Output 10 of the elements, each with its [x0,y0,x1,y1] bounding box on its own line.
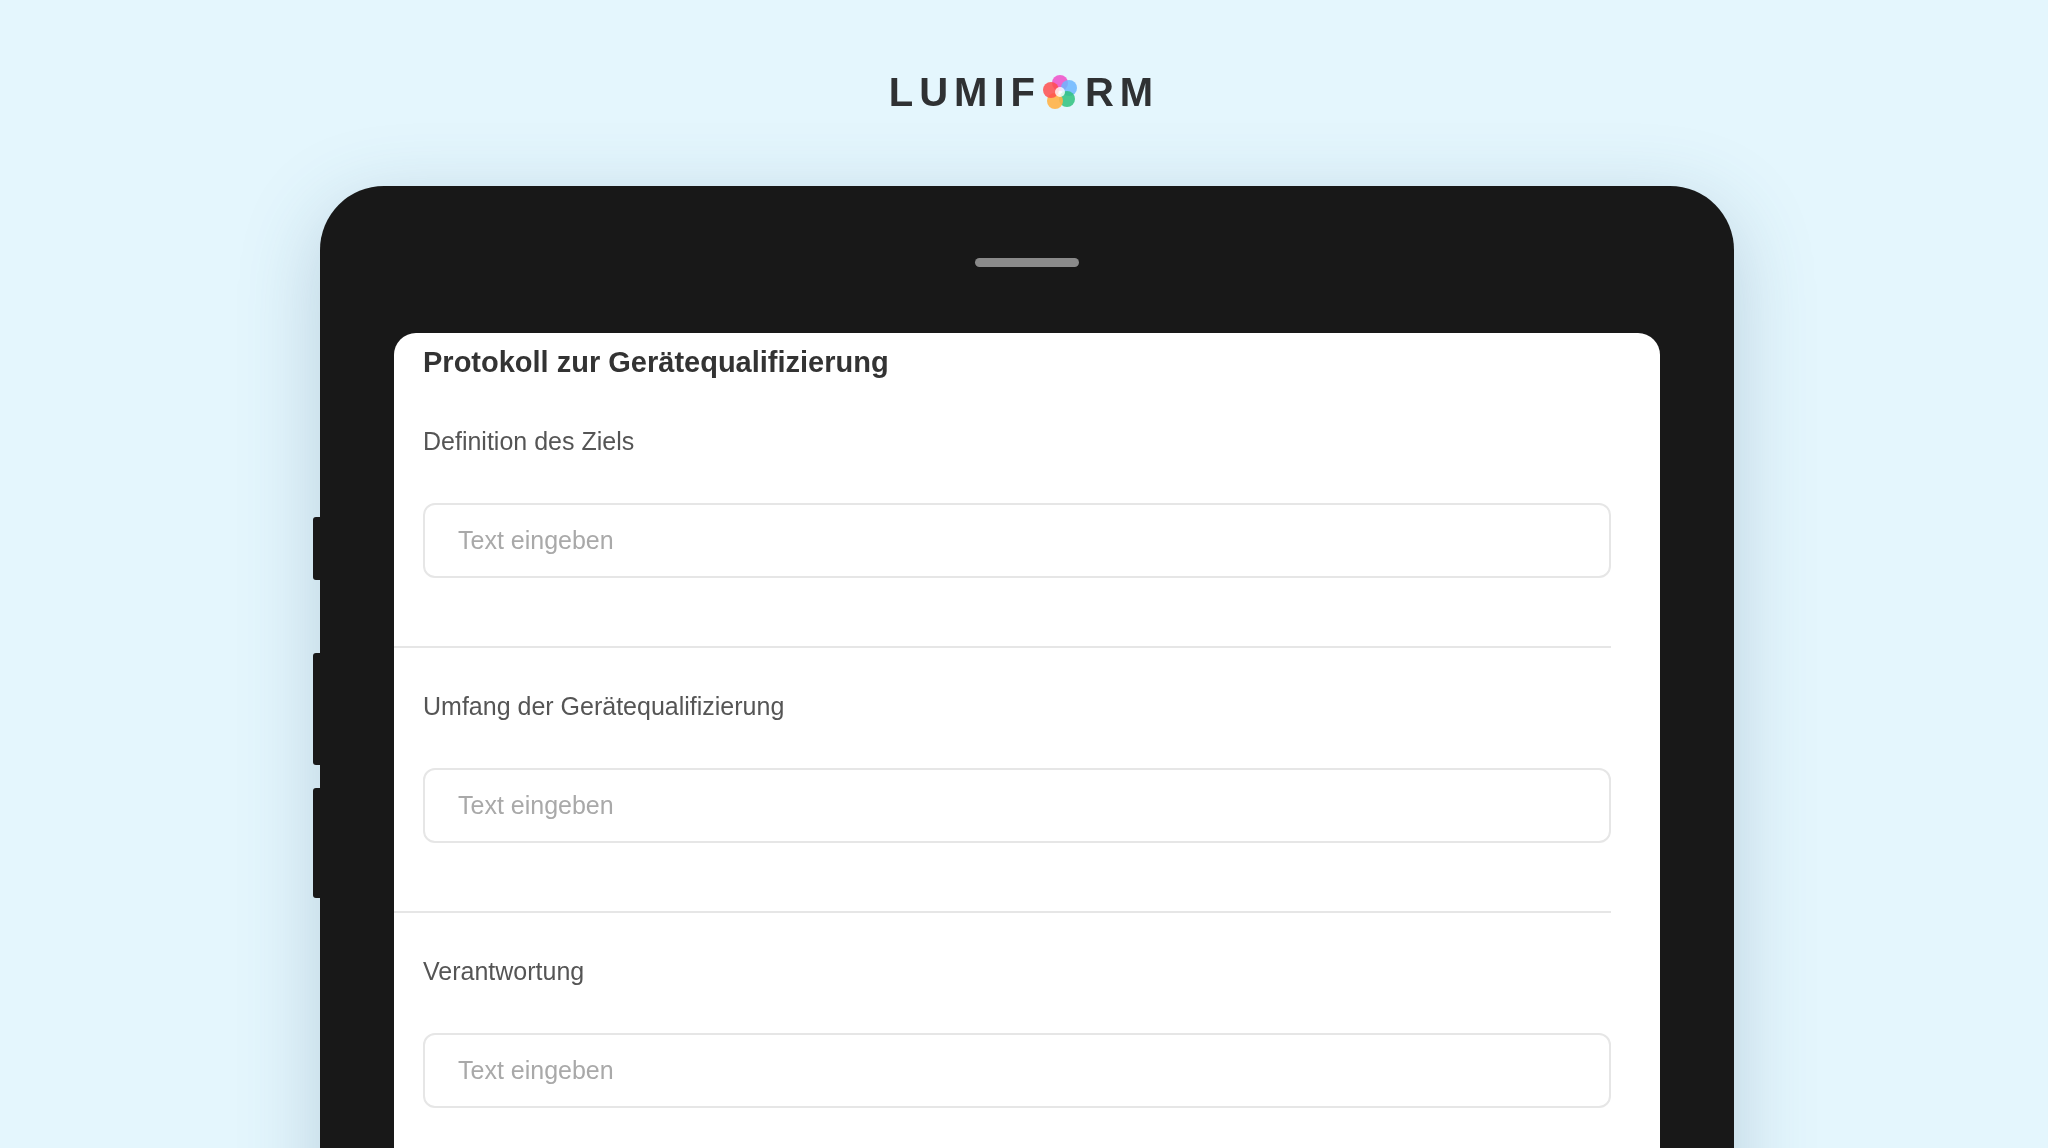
field-label: Umfang der Gerätequalifizierung [423,691,786,722]
form-title: Protokoll zur Gerätequalifizierung [423,345,890,379]
text-input-field[interactable]: Text eingeben [423,1033,1611,1108]
text-input-field[interactable]: Text eingeben [423,768,1611,843]
field-label: Verantwortung [423,956,586,987]
logo-text: LUMIF [888,72,1041,112]
flower-logo-icon [1043,74,1077,110]
field-label: Definition des Ziels [423,426,636,457]
text-input-field[interactable]: Text eingeben [423,503,1611,578]
logo-text: RM [1085,72,1160,112]
